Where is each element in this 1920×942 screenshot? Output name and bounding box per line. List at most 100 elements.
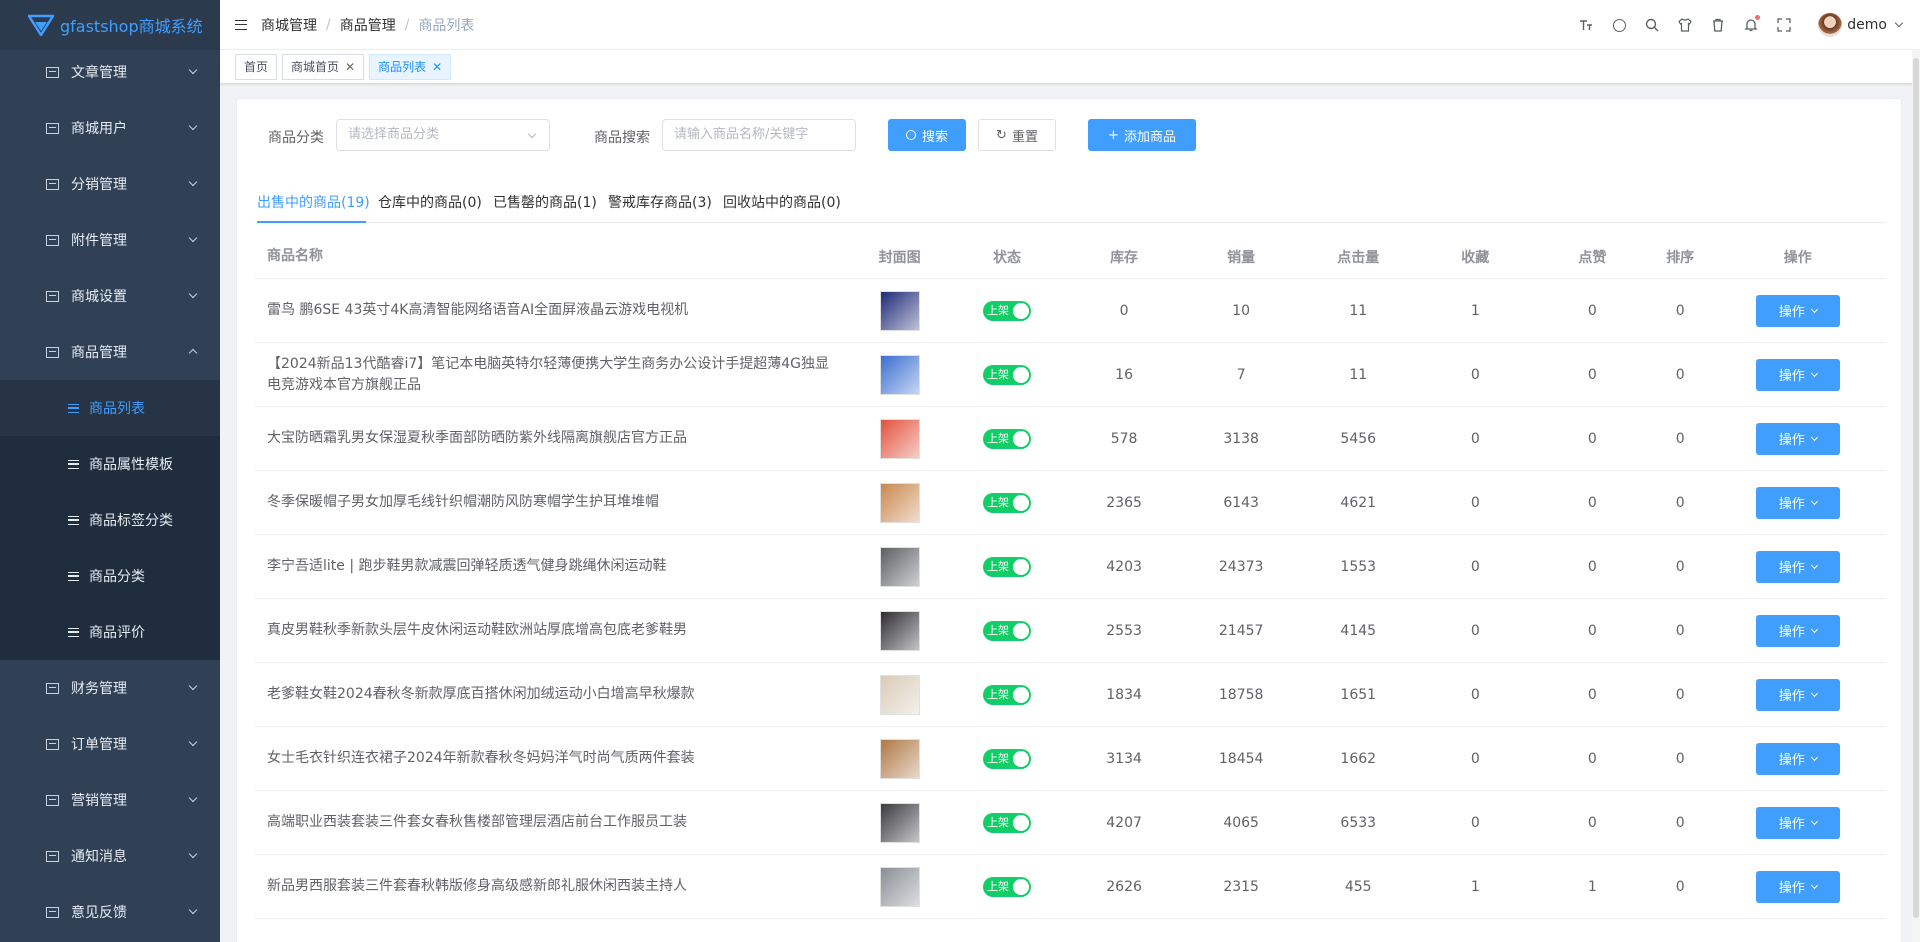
operation-button[interactable]: 操作 [1755, 678, 1840, 711]
chevron-down-icon[interactable] [1894, 18, 1904, 28]
likes-value: 0 [1587, 558, 1597, 575]
category-select[interactable]: 请选择商品分类 [336, 119, 550, 151]
sidebar-item[interactable]: 意见反馈 [0, 884, 220, 940]
product-thumbnail[interactable] [879, 482, 920, 523]
likes-value: 1 [1587, 878, 1597, 895]
sidebar-item[interactable]: 商城用户 [0, 100, 220, 156]
operation-button[interactable]: 操作 [1755, 614, 1840, 647]
breadcrumb-item[interactable]: 商品管理 [340, 15, 396, 35]
operation-button[interactable]: 操作 [1755, 806, 1840, 839]
sidebar-subitem[interactable]: 商品评价 [0, 604, 220, 660]
tab-item[interactable]: 回收站中的商品(0) [723, 192, 841, 212]
product-thumbnail[interactable] [879, 418, 920, 459]
product-thumbnail[interactable] [879, 290, 920, 331]
avatar[interactable] [1818, 13, 1843, 37]
sidebar-subitem[interactable]: 商品分类 [0, 548, 220, 604]
sales-value: 2315 [1223, 878, 1259, 895]
status-switch[interactable]: 上架 [982, 748, 1031, 769]
status-switch[interactable]: 上架 [982, 684, 1031, 705]
search-icon[interactable] [1645, 18, 1659, 32]
favorites-value: 0 [1470, 622, 1480, 639]
add-product-button[interactable]: + 添加商品 [1088, 119, 1196, 151]
tab-item[interactable]: 仓库中的商品(0) [378, 192, 482, 212]
tag-item[interactable]: 商品列表 ✕ [369, 53, 452, 80]
operation-button[interactable]: 操作 [1755, 550, 1840, 583]
sidebar-item[interactable]: 订单管理 [0, 716, 220, 772]
status-switch[interactable]: 上架 [982, 428, 1031, 449]
close-icon[interactable]: ✕ [345, 55, 355, 79]
sales-value: 18454 [1218, 750, 1264, 767]
product-thumbnail[interactable] [879, 610, 920, 651]
product-thumbnail[interactable] [879, 546, 920, 587]
product-thumbnail[interactable] [879, 674, 920, 715]
status-switch[interactable]: 上架 [982, 620, 1031, 641]
bell-icon[interactable] [1744, 15, 1761, 32]
product-thumbnail[interactable] [879, 802, 920, 843]
operation-button[interactable]: 操作 [1755, 742, 1840, 775]
sidebar-item[interactable]: 商品管理 [0, 324, 220, 380]
favorites-value: 0 [1470, 558, 1480, 575]
trash-icon[interactable] [1711, 18, 1725, 32]
sidebar-subitem[interactable]: 商品属性模板 [0, 436, 220, 492]
col-clicks: 点击量 [1337, 249, 1380, 266]
close-icon[interactable]: ✕ [432, 55, 442, 79]
operation-button[interactable]: 操作 [1755, 870, 1840, 903]
sidebar-item[interactable]: 附件管理 [0, 212, 220, 268]
sidebar-item[interactable]: 文章管理 [0, 44, 220, 100]
sidebar-item[interactable]: 商城设置 [0, 268, 220, 324]
operation-button[interactable]: 操作 [1755, 486, 1840, 519]
operation-button[interactable]: 操作 [1755, 358, 1840, 391]
shirt-icon[interactable] [1678, 18, 1693, 32]
status-switch[interactable]: 上架 [982, 812, 1031, 833]
sidebar-subitem[interactable]: 商品标签分类 [0, 492, 220, 548]
product-name: 高端职业西装套装三件套女春秋售楼部管理层酒店前台工作服员工装 [267, 814, 687, 830]
cover-cell [851, 482, 949, 523]
ops-cell: 操作 [1709, 678, 1886, 711]
operation-button[interactable]: 操作 [1755, 294, 1840, 327]
tab-item[interactable]: 出售中的商品(19) [257, 192, 370, 212]
fullscreen-icon[interactable] [1777, 18, 1791, 32]
font-size-icon[interactable] [1579, 18, 1593, 32]
status-switch[interactable]: 上架 [982, 876, 1031, 897]
tab-item[interactable]: 警戒库存商品(3) [608, 192, 712, 212]
active-tab-indicator [257, 221, 366, 223]
cover-cell [851, 546, 949, 587]
search-button-label: 搜索 [921, 129, 948, 145]
hamburger-icon[interactable] [235, 19, 247, 30]
theme-icon[interactable] [1612, 18, 1626, 32]
status-switch[interactable]: 上架 [982, 492, 1031, 513]
likes-value: 0 [1587, 494, 1597, 511]
breadcrumb-item[interactable]: 商城管理 [261, 15, 317, 35]
tag-item[interactable]: 首页 [235, 53, 278, 80]
status-switch[interactable]: 上架 [982, 556, 1031, 577]
product-thumbnail[interactable] [879, 738, 920, 779]
page-scrollbar[interactable] [1912, 50, 1920, 942]
operation-button[interactable]: 操作 [1755, 422, 1840, 455]
product-thumbnail[interactable] [879, 866, 920, 907]
sidebar-subitem[interactable]: 商品列表 [0, 380, 220, 436]
status-switch[interactable]: 上架 [982, 364, 1031, 385]
tab-item[interactable]: 已售罄的商品(1) [493, 192, 597, 212]
search-button[interactable]: 搜索 [888, 119, 966, 151]
ops-cell: 操作 [1709, 358, 1886, 391]
username[interactable]: demo [1847, 17, 1887, 33]
sidebar-item-label: 意见反馈 [71, 905, 127, 921]
logo[interactable]: gfastshop商城系统 [0, 0, 220, 50]
sidebar-item[interactable]: 分销管理 [0, 156, 220, 212]
list-icon [68, 515, 79, 525]
search-input[interactable]: 请输入商品名称/关键字 [662, 119, 856, 151]
chevron-down-icon [1810, 369, 1818, 377]
product-thumbnail[interactable] [879, 354, 920, 395]
sidebar-item[interactable]: 营销管理 [0, 772, 220, 828]
favorites-value: 0 [1470, 430, 1480, 447]
sidebar-item[interactable]: 通知消息 [0, 828, 220, 884]
status-switch[interactable]: 上架 [982, 300, 1031, 321]
tag-item[interactable]: 商城首页 ✕ [282, 53, 365, 80]
reset-button[interactable]: ↻ 重置 [978, 119, 1056, 151]
sidebar-subitem-label: 商品评价 [89, 625, 145, 641]
sidebar-item[interactable]: 财务管理 [0, 660, 220, 716]
sales-value: 6143 [1223, 494, 1259, 511]
operation-label: 操作 [1778, 625, 1805, 640]
favorites-value: 0 [1470, 750, 1480, 767]
scrollbar-thumb[interactable] [1913, 58, 1919, 918]
